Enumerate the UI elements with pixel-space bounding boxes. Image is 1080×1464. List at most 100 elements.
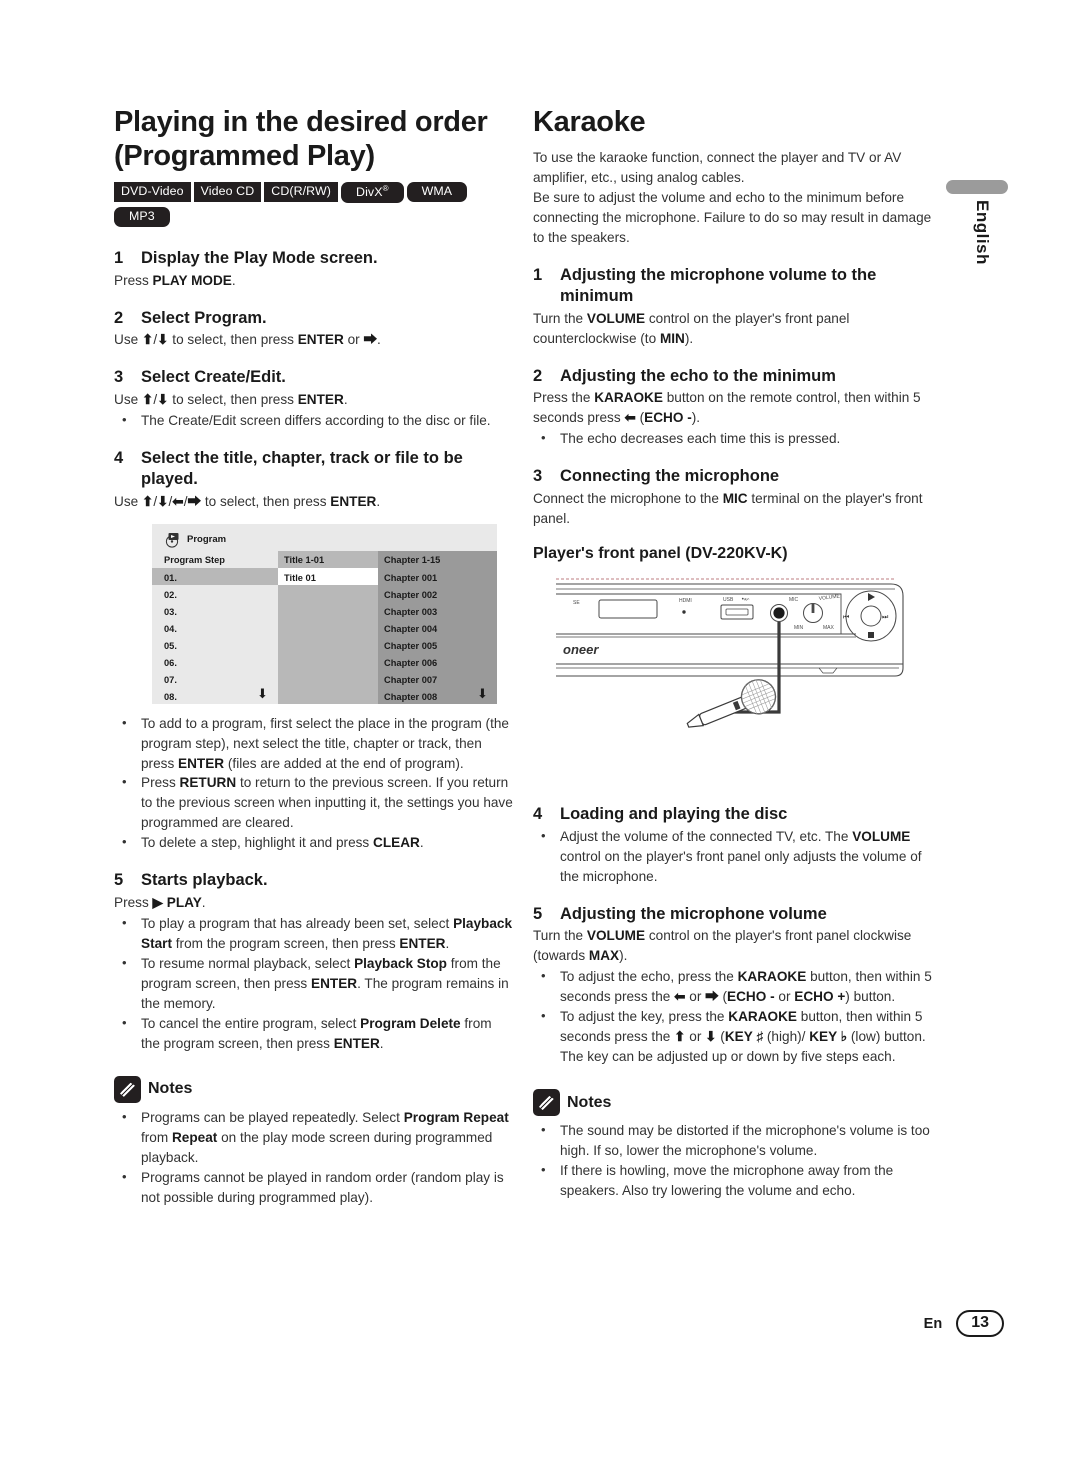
step-heading: 1 Display the Play Mode screen.: [114, 248, 514, 269]
osd-title-value: Title 01: [284, 572, 316, 583]
step-number: 5: [533, 904, 543, 923]
right-step-list: 1 Adjusting the microphone volume to the …: [533, 265, 933, 529]
osd-step-row: 01.: [164, 572, 177, 583]
karaoke-title: Karaoke: [533, 106, 646, 138]
left-step-5: 5 Starts playback. Press ▶ PLAY. To play a …: [114, 870, 514, 1054]
svg-text:oneer: oneer: [563, 642, 599, 657]
svg-text:MIN: MIN: [794, 625, 804, 631]
osd-step-row: 06.: [164, 657, 177, 668]
list-item: The sound may be distorted if the microp…: [533, 1120, 933, 1161]
osd-scroll-down-arrow-right: ⬇: [477, 685, 488, 701]
step-body: Press PLAY MODE.: [114, 272, 236, 288]
step-bullets: The echo decreases each time this is pre…: [533, 428, 933, 449]
front-panel-caption: Player's front panel (DV-220KV-K): [533, 544, 788, 562]
step-heading: 2 Select Program.: [114, 308, 514, 329]
step-body: Use ⬆/⬇ to select, then press ENTER.: [114, 392, 348, 408]
format-badge: DivX®: [341, 182, 404, 204]
format-badge: MP3: [114, 207, 170, 227]
step-heading: 2 Adjusting the echo to the minimum: [533, 366, 933, 387]
step-title: Select Create/Edit.: [141, 368, 286, 387]
format-badge: DVD-Video: [114, 182, 191, 203]
step-heading: 5 Starts playback.: [114, 870, 514, 891]
osd-header-label: Program: [187, 534, 227, 546]
step-body: Turn the VOLUME control on the player's …: [533, 310, 850, 346]
notes-header-left: Notes: [114, 1075, 514, 1103]
footer-locale: En: [923, 1315, 943, 1332]
osd-step-row: 05.: [164, 640, 177, 651]
step-title: Starts playback.: [141, 871, 268, 890]
svg-text:SE: SE: [573, 600, 580, 606]
step-number: 3: [114, 368, 124, 387]
notes-label: Notes: [148, 1080, 193, 1098]
osd-chapter-row: Chapter 008: [384, 691, 438, 702]
step-heading: 3 Connecting the microphone: [533, 466, 933, 487]
step-bullets: Adjust the volume of the connected TV, e…: [533, 826, 933, 887]
svg-text:VOLUME: VOLUME: [819, 593, 841, 602]
osd-step-row: 04.: [164, 623, 177, 634]
osd-chapter-row: Chapter 006: [384, 657, 438, 668]
step-bullets: To adjust the echo, press the KARAOKE bu…: [533, 966, 933, 1067]
intro-paragraph: To use the karaoke function, connect the…: [533, 150, 902, 186]
right-step-list-after-panel: 4 Loading and playing the disc Adjust the …: [533, 804, 933, 1067]
step-number: 1: [114, 248, 124, 267]
list-item: To add to a program, first select the pl…: [114, 713, 514, 774]
step-number: 4: [533, 804, 543, 823]
step-title: Loading and playing the disc: [560, 804, 788, 823]
osd-chapter-row: Chapter 005: [384, 640, 438, 651]
language-tab-marker: [946, 180, 1008, 194]
step-title: Select Program.: [141, 308, 267, 327]
osd-col-header-chapter: Chapter 1-15: [384, 554, 441, 565]
step-title: Adjusting the microphone volume: [560, 904, 827, 923]
step-body: Use ⬆/⬇ to select, then press ENTER or ⮕…: [114, 332, 381, 348]
list-item: Programs cannot be played in random orde…: [114, 1167, 514, 1208]
page-title: Playing in the desired order (Programmed…: [114, 106, 488, 173]
osd-col-header-step: Program Step: [164, 554, 225, 565]
program-tips-list: To add to a program, first select the pl…: [114, 713, 514, 854]
step-bullets: The Create/Edit screen differs according…: [114, 410, 514, 431]
osd-chapter-row: Chapter 004: [384, 623, 438, 634]
front-panel-illustration: SE HDMI USB •↜ MIC VOLUME MIN MAX ⏮ ⏭ on…: [551, 572, 911, 787]
step-number: 2: [114, 308, 124, 327]
osd-chapter-row: Chapter 007: [384, 674, 438, 685]
step-heading: 3 Select Create/Edit.: [114, 367, 514, 388]
list-item: To delete a step, highlight it and press…: [114, 832, 514, 853]
format-badge: CD(R/RW): [264, 182, 339, 203]
format-badge-list: DVD-Video Video CD CD(R/RW) DivX® WMA MP3: [114, 182, 514, 230]
osd-step-row: 07.: [164, 674, 177, 685]
svg-text:•↜: •↜: [741, 596, 750, 603]
format-badge: WMA: [406, 182, 468, 203]
step-body: Press the KARAOKE button on the remote c…: [533, 390, 921, 426]
osd-step-rows: 01. 02. 03. 04. 05. 06. 07. 08.: [164, 570, 177, 706]
osd-step-row: 08.: [164, 691, 177, 702]
step-title: Select the title, chapter, track or file…: [141, 449, 463, 488]
language-label: English: [973, 200, 992, 265]
list-item: The Create/Edit screen differs according…: [114, 410, 514, 431]
notes-header-right: Notes: [533, 1089, 933, 1117]
osd-step-row: 02.: [164, 589, 177, 600]
program-screen-illustration: Program Program Step Title 1-01 Chapter …: [152, 523, 497, 706]
format-badge: Video CD: [193, 182, 262, 203]
step-body: Use ⬆/⬇/⬅/⮕ to select, then press ENTER.: [114, 493, 381, 509]
step-body: Connect the microphone to the MIC termin…: [533, 491, 923, 526]
osd-chapter-row: Chapter 002: [384, 589, 438, 600]
list-item: Programs can be played repeatedly. Selec…: [114, 1107, 514, 1168]
svg-text:USB: USB: [723, 597, 734, 603]
svg-text:HDMI: HDMI: [679, 598, 692, 604]
step-title: Display the Play Mode screen.: [141, 248, 378, 267]
step-heading: 5 Adjusting the microphone volume: [533, 904, 933, 925]
osd-chapter-row: Chapter 001: [384, 572, 438, 583]
step-number: 1: [533, 266, 543, 285]
page-number: 13: [956, 1310, 1004, 1337]
right-column: Karaoke To use the karaoke function, con…: [533, 105, 933, 1201]
step-title: Adjusting the echo to the minimum: [560, 366, 836, 385]
left-step-list: 1 Display the Play Mode screen. Press PLAY…: [114, 248, 514, 512]
list-item: The echo decreases each time this is pre…: [533, 428, 933, 449]
karaoke-intro: To use the karaoke function, connect the…: [533, 148, 933, 248]
step-heading: 1 Adjusting the microphone volume to the …: [533, 265, 933, 307]
step-number: 2: [533, 366, 543, 385]
notes-label: Notes: [567, 1093, 612, 1111]
svg-text:⏭: ⏭: [882, 613, 889, 621]
disc-screen-icon: [164, 532, 182, 548]
pencil-icon: [533, 1089, 560, 1117]
manual-page: Playing in the desired order (Programmed…: [0, 0, 1080, 1464]
